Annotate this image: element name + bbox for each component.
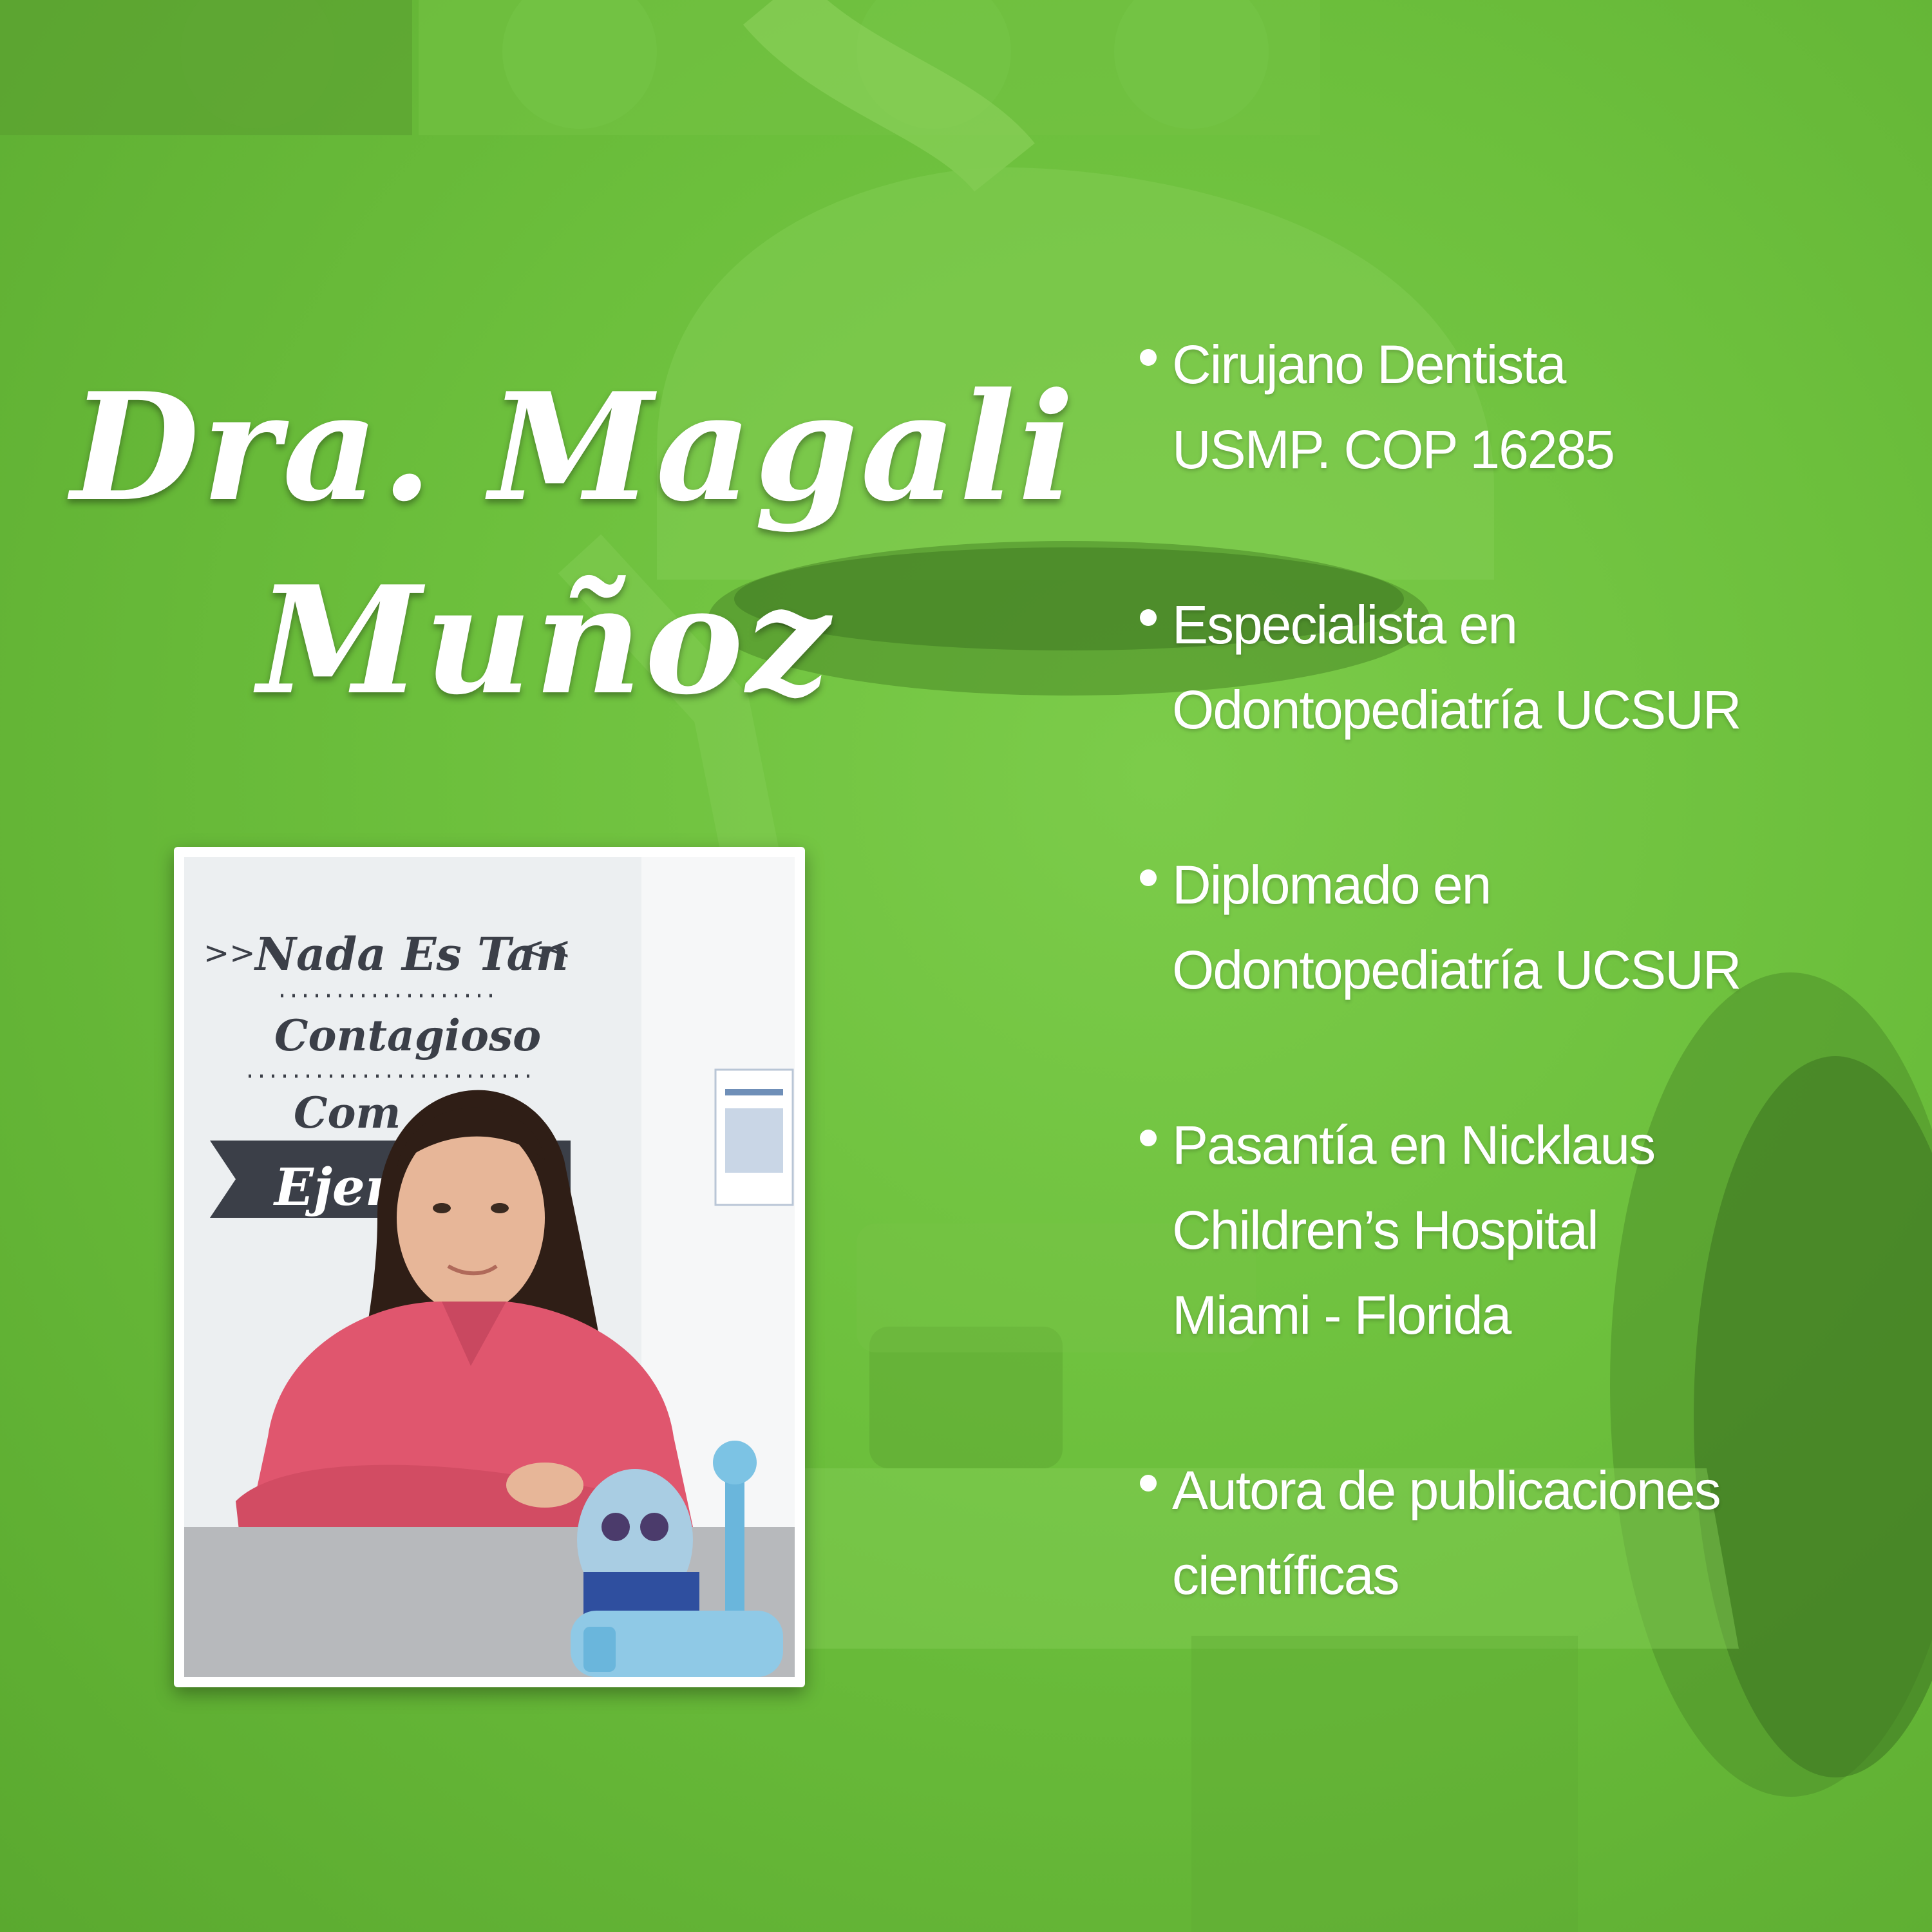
bullet-icon <box>1140 1475 1157 1492</box>
doctor-photo-image: Nada Es Tan >> << Contagioso Com Ejem <box>184 857 795 1677</box>
svg-text:<<: << <box>519 931 571 967</box>
doctor-photo: Nada Es Tan >> << Contagioso Com Ejem <box>174 847 805 1687</box>
bullet-icon <box>1140 869 1157 886</box>
credential-item: Pasantía en Nicklaus Children’s Hospital… <box>1133 1103 1906 1358</box>
credentials-list: Cirujano Dentista USMP. COP 16285 Especi… <box>1133 322 1906 1618</box>
bullet-icon <box>1140 1130 1157 1146</box>
credential-line: USMP. COP 16285 <box>1172 419 1615 480</box>
profile-card: Dra. Magali Muñoz Nada Es Tan >> << Cont… <box>0 0 1932 1932</box>
credential-item: Especialista en Odontopediatría UCSUR <box>1133 582 1906 752</box>
doctor-name-line-1: Dra. Magali <box>71 361 1077 535</box>
credential-item: Cirujano Dentista USMP. COP 16285 <box>1133 322 1906 492</box>
svg-text:>>: >> <box>204 935 255 971</box>
wall-text-line-3: Com <box>294 1088 401 1138</box>
wall-text-line-2: Contagioso <box>274 1010 541 1061</box>
credential-line: Autora de publicaciones <box>1172 1460 1721 1520</box>
credential-line: Odontopediatría UCSUR <box>1172 940 1741 1000</box>
credential-line: Especialista en <box>1172 594 1518 655</box>
credential-line: Children’s Hospital <box>1172 1200 1599 1260</box>
credential-line: científicas <box>1172 1545 1400 1605</box>
credential-line: Odontopediatría UCSUR <box>1172 679 1741 740</box>
credential-line: Diplomado en <box>1172 855 1492 915</box>
credential-item: Diplomado en Odontopediatría UCSUR <box>1133 842 1906 1012</box>
credential-item: Autora de publicaciones científicas <box>1133 1448 1906 1618</box>
doctor-name-line-2: Muñoz <box>258 554 833 728</box>
bullet-icon <box>1140 349 1157 366</box>
photo-illustration: Nada Es Tan >> << Contagioso Com Ejem <box>184 857 795 1677</box>
credential-line: Cirujano Dentista <box>1172 334 1566 395</box>
credential-line: Pasantía en Nicklaus <box>1172 1115 1656 1175</box>
bullet-icon <box>1140 609 1157 626</box>
credential-line: Miami - Florida <box>1172 1285 1511 1345</box>
